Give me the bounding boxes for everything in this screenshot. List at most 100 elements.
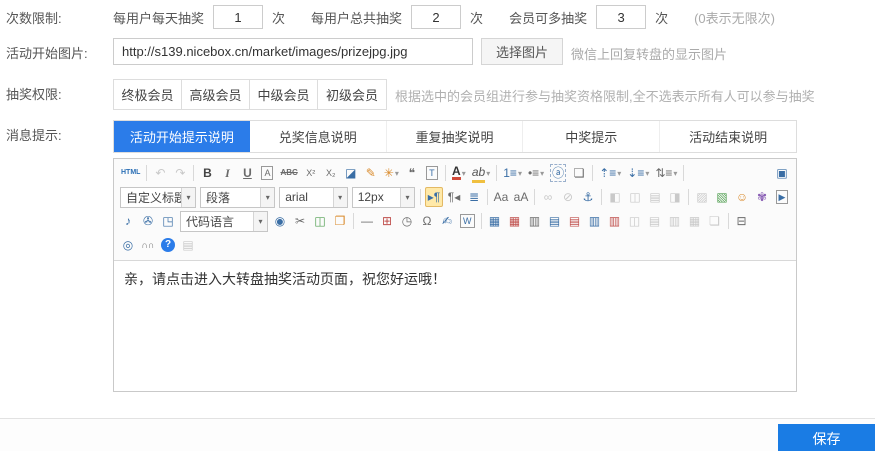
attachment-icon[interactable]: ✇ xyxy=(139,211,157,231)
print-icon[interactable]: ⊟ xyxy=(733,211,751,231)
insert-table-icon[interactable]: ▦ xyxy=(486,211,504,231)
daily-limit-field: 每用户每天抽奖 次 xyxy=(113,5,285,29)
pagebreak-icon[interactable]: ✂ xyxy=(291,211,309,231)
chevron-down-icon: ▾ xyxy=(400,188,414,207)
tab-win-prompt[interactable]: 中奖提示 xyxy=(522,121,659,152)
edit-note-icon[interactable]: ✍ xyxy=(438,211,456,231)
format-painter-icon[interactable]: ✎ xyxy=(362,163,380,183)
superscript-icon[interactable]: X² xyxy=(302,163,320,183)
underline-icon[interactable]: U xyxy=(238,163,256,183)
auto-typeset-icon[interactable]: ✳▾ xyxy=(382,163,401,183)
video-icon[interactable]: ▶ xyxy=(773,187,791,207)
unordered-list-icon[interactable]: •≡▾ xyxy=(526,163,546,183)
ltr-icon[interactable]: ▸¶ xyxy=(425,187,443,207)
special-chars-icon[interactable]: Ω xyxy=(418,211,436,231)
columns-icon[interactable]: ◫ xyxy=(311,211,329,231)
redo-icon: ↷ xyxy=(171,163,189,183)
toolbar-separator xyxy=(496,165,497,181)
tab-repeat-draw[interactable]: 重复抽奖说明 xyxy=(386,121,523,152)
paragraph-format-icon[interactable]: ≣ xyxy=(465,187,483,207)
message-row: 消息提示: 活动开始提示说明 兑奖信息说明 重复抽奖说明 中奖提示 活动结束说明 xyxy=(0,120,875,153)
daily-limit-input[interactable] xyxy=(213,5,263,29)
member-extra-limit-suffix: 次 xyxy=(655,8,668,27)
toolbar-separator xyxy=(420,189,421,205)
link-icon: ∞ xyxy=(539,187,557,207)
insert-code-icon[interactable]: ◉ xyxy=(271,211,289,231)
save-button[interactable]: 保存 xyxy=(778,424,875,451)
member-senior-button[interactable]: 高级会员 xyxy=(182,80,250,109)
remove-format-icon[interactable]: ◪ xyxy=(342,163,360,183)
editor-content[interactable]: 亲，请点击进入大转盘抽奖活动页面，祝您好运哦！ xyxy=(114,261,796,391)
member-middle-button[interactable]: 中级会员 xyxy=(250,80,318,109)
chevron-down-icon: ▾ xyxy=(253,212,267,231)
chevron-down-icon: ▾ xyxy=(181,188,195,207)
anchor-style-icon[interactable]: ⓐ xyxy=(548,163,568,183)
undo-icon: ↶ xyxy=(151,163,169,183)
limit-row: 次数限制: 每用户每天抽奖 次 每用户总共抽奖 次 会员可多抽奖 次 (0表示无… xyxy=(0,3,875,29)
tab-activity-end[interactable]: 活动结束说明 xyxy=(659,121,796,152)
template-icon[interactable]: ❐ xyxy=(331,211,349,231)
fullscreen-icon[interactable]: ▣ xyxy=(773,163,791,183)
subscript-icon[interactable]: X₂ xyxy=(322,163,340,183)
tab-activity-start[interactable]: 活动开始提示说明 xyxy=(114,121,250,152)
delete-col-icon[interactable]: ▥ xyxy=(606,211,624,231)
code-language-select[interactable]: 代码语言▾ xyxy=(180,211,268,232)
member-junior-button[interactable]: 初级会员 xyxy=(318,80,386,109)
search-replace-icon[interactable]: ∩∩ xyxy=(139,235,157,255)
member-extra-limit-input[interactable] xyxy=(596,5,646,29)
paragraph-align-icon[interactable]: ⇣≡▾ xyxy=(625,163,651,183)
preview-icon[interactable]: ◎ xyxy=(119,235,137,255)
delete-table-icon[interactable]: ▦ xyxy=(506,211,524,231)
music-icon[interactable]: ♪ xyxy=(119,211,137,231)
help-icon[interactable]: ? xyxy=(159,235,177,255)
word-image-icon[interactable]: W xyxy=(458,211,477,231)
horizontal-rule-icon[interactable]: — xyxy=(358,211,376,231)
paragraph-indent-icon[interactable]: ⇡≡▾ xyxy=(597,163,623,183)
emotion-icon[interactable]: ☺ xyxy=(733,187,751,207)
image-url-input[interactable] xyxy=(113,38,473,65)
line-spacing-icon[interactable]: ⇅≡▾ xyxy=(653,163,679,183)
limit-hint: (0表示无限次) xyxy=(694,8,775,27)
font-border-icon[interactable]: A xyxy=(258,163,276,183)
choose-image-button[interactable]: 选择图片 xyxy=(481,38,563,65)
delete-row-icon[interactable]: ▤ xyxy=(566,211,584,231)
permission-row: 抽奖权限: 终极会员 高级会员 中级会员 初级会员 根据选中的会员组进行参与抽奖… xyxy=(0,79,875,110)
toolbar-separator xyxy=(592,165,593,181)
toolbar-separator xyxy=(146,165,147,181)
anchor-icon[interactable]: ⚓ xyxy=(579,187,597,207)
highlight-color-icon[interactable]: ab▾ xyxy=(470,163,492,183)
strikethrough-icon[interactable]: ABC xyxy=(278,163,299,183)
tab-redeem-info[interactable]: 兑奖信息说明 xyxy=(250,121,386,152)
font-color-icon[interactable]: A▾ xyxy=(450,163,468,183)
blockquote-icon[interactable]: ❝ xyxy=(403,163,421,183)
bold-icon[interactable]: B xyxy=(198,163,216,183)
toolbar-separator xyxy=(445,165,446,181)
italic-icon[interactable]: I xyxy=(218,163,236,183)
paste-as-text-icon[interactable]: T xyxy=(423,163,441,183)
message-label: 消息提示: xyxy=(0,120,113,144)
style-select[interactable]: 自定义标题▾ xyxy=(120,187,196,208)
font-select[interactable]: arial▾ xyxy=(279,187,347,208)
lowercase-icon[interactable]: aA xyxy=(512,187,530,207)
image-inline-icon: ◫ xyxy=(626,187,644,207)
date-icon[interactable]: ⊞ xyxy=(378,211,396,231)
scrawl-icon[interactable]: ✾ xyxy=(753,187,771,207)
ordered-list-icon[interactable]: 1≡▾ xyxy=(501,163,524,183)
insert-row-icon[interactable]: ▤ xyxy=(546,211,564,231)
time-icon[interactable]: ◷ xyxy=(398,211,416,231)
html-source-icon[interactable]: HTML xyxy=(119,163,142,183)
clear-doc-icon[interactable]: ❏ xyxy=(570,163,588,183)
rtl-icon[interactable]: ¶◂ xyxy=(445,187,463,207)
insert-col-icon[interactable]: ▥ xyxy=(586,211,604,231)
uppercase-icon[interactable]: Aa xyxy=(492,187,510,207)
size-select[interactable]: 12px▾ xyxy=(352,187,415,208)
total-limit-field: 每用户总共抽奖 次 xyxy=(311,5,483,29)
activity-settings-page: 次数限制: 每用户每天抽奖 次 每用户总共抽奖 次 会员可多抽奖 次 (0表示无… xyxy=(0,3,875,451)
member-ultimate-button[interactable]: 终极会员 xyxy=(114,80,182,109)
insert-frame-icon[interactable]: ◳ xyxy=(159,211,177,231)
total-limit-input[interactable] xyxy=(411,5,461,29)
table-title-icon[interactable]: ▥ xyxy=(526,211,544,231)
message-tabs: 活动开始提示说明 兑奖信息说明 重复抽奖说明 中奖提示 活动结束说明 xyxy=(113,120,797,153)
paragraph-select[interactable]: 段落▾ xyxy=(200,187,275,208)
insert-picture-icon[interactable]: ▧ xyxy=(713,187,731,207)
